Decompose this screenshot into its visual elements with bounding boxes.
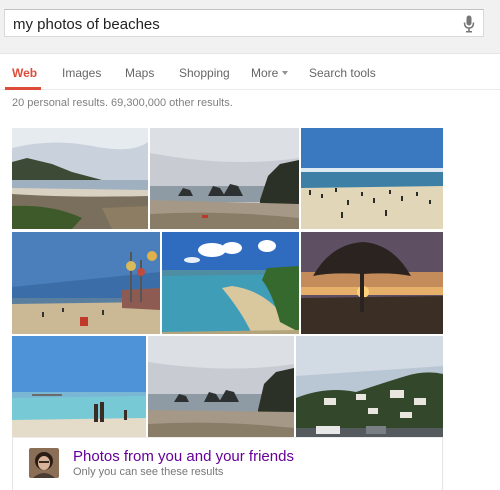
tab-more[interactable]: More [251,66,289,80]
beach-photo[interactable] [12,128,148,229]
tab-images[interactable]: Images [62,66,101,80]
microphone-icon[interactable] [463,15,475,33]
beach-photo[interactable] [12,232,160,334]
beach-photo[interactable] [301,232,443,334]
beach-photo[interactable] [301,128,443,229]
privacy-note: Only you can see these results [73,466,224,478]
personal-photos-card: Photos from you and your friends Only yo… [12,437,443,490]
search-input[interactable] [13,14,453,34]
beach-photo[interactable] [150,128,299,229]
tab-search-tools[interactable]: Search tools [309,66,376,80]
search-tabs: Web Images Maps Shopping More Search too… [0,54,500,90]
beach-photo[interactable] [162,232,299,334]
tab-web[interactable]: Web [12,66,37,80]
tab-shopping[interactable]: Shopping [179,66,230,80]
result-stats: 20 personal results. 69,300,000 other re… [12,97,233,109]
photo-grid [12,128,443,438]
beach-photo[interactable] [148,336,294,438]
beach-photo[interactable] [12,336,146,438]
avatar[interactable] [29,448,59,478]
tab-more-label: More [251,66,279,80]
photos-link[interactable]: Photos from you and your friends [73,448,294,465]
beach-photo[interactable] [296,336,443,438]
chevron-down-icon [282,70,289,75]
search-header [0,0,500,54]
active-tab-indicator [5,87,41,90]
search-box[interactable] [4,9,484,37]
tab-maps[interactable]: Maps [125,66,154,80]
